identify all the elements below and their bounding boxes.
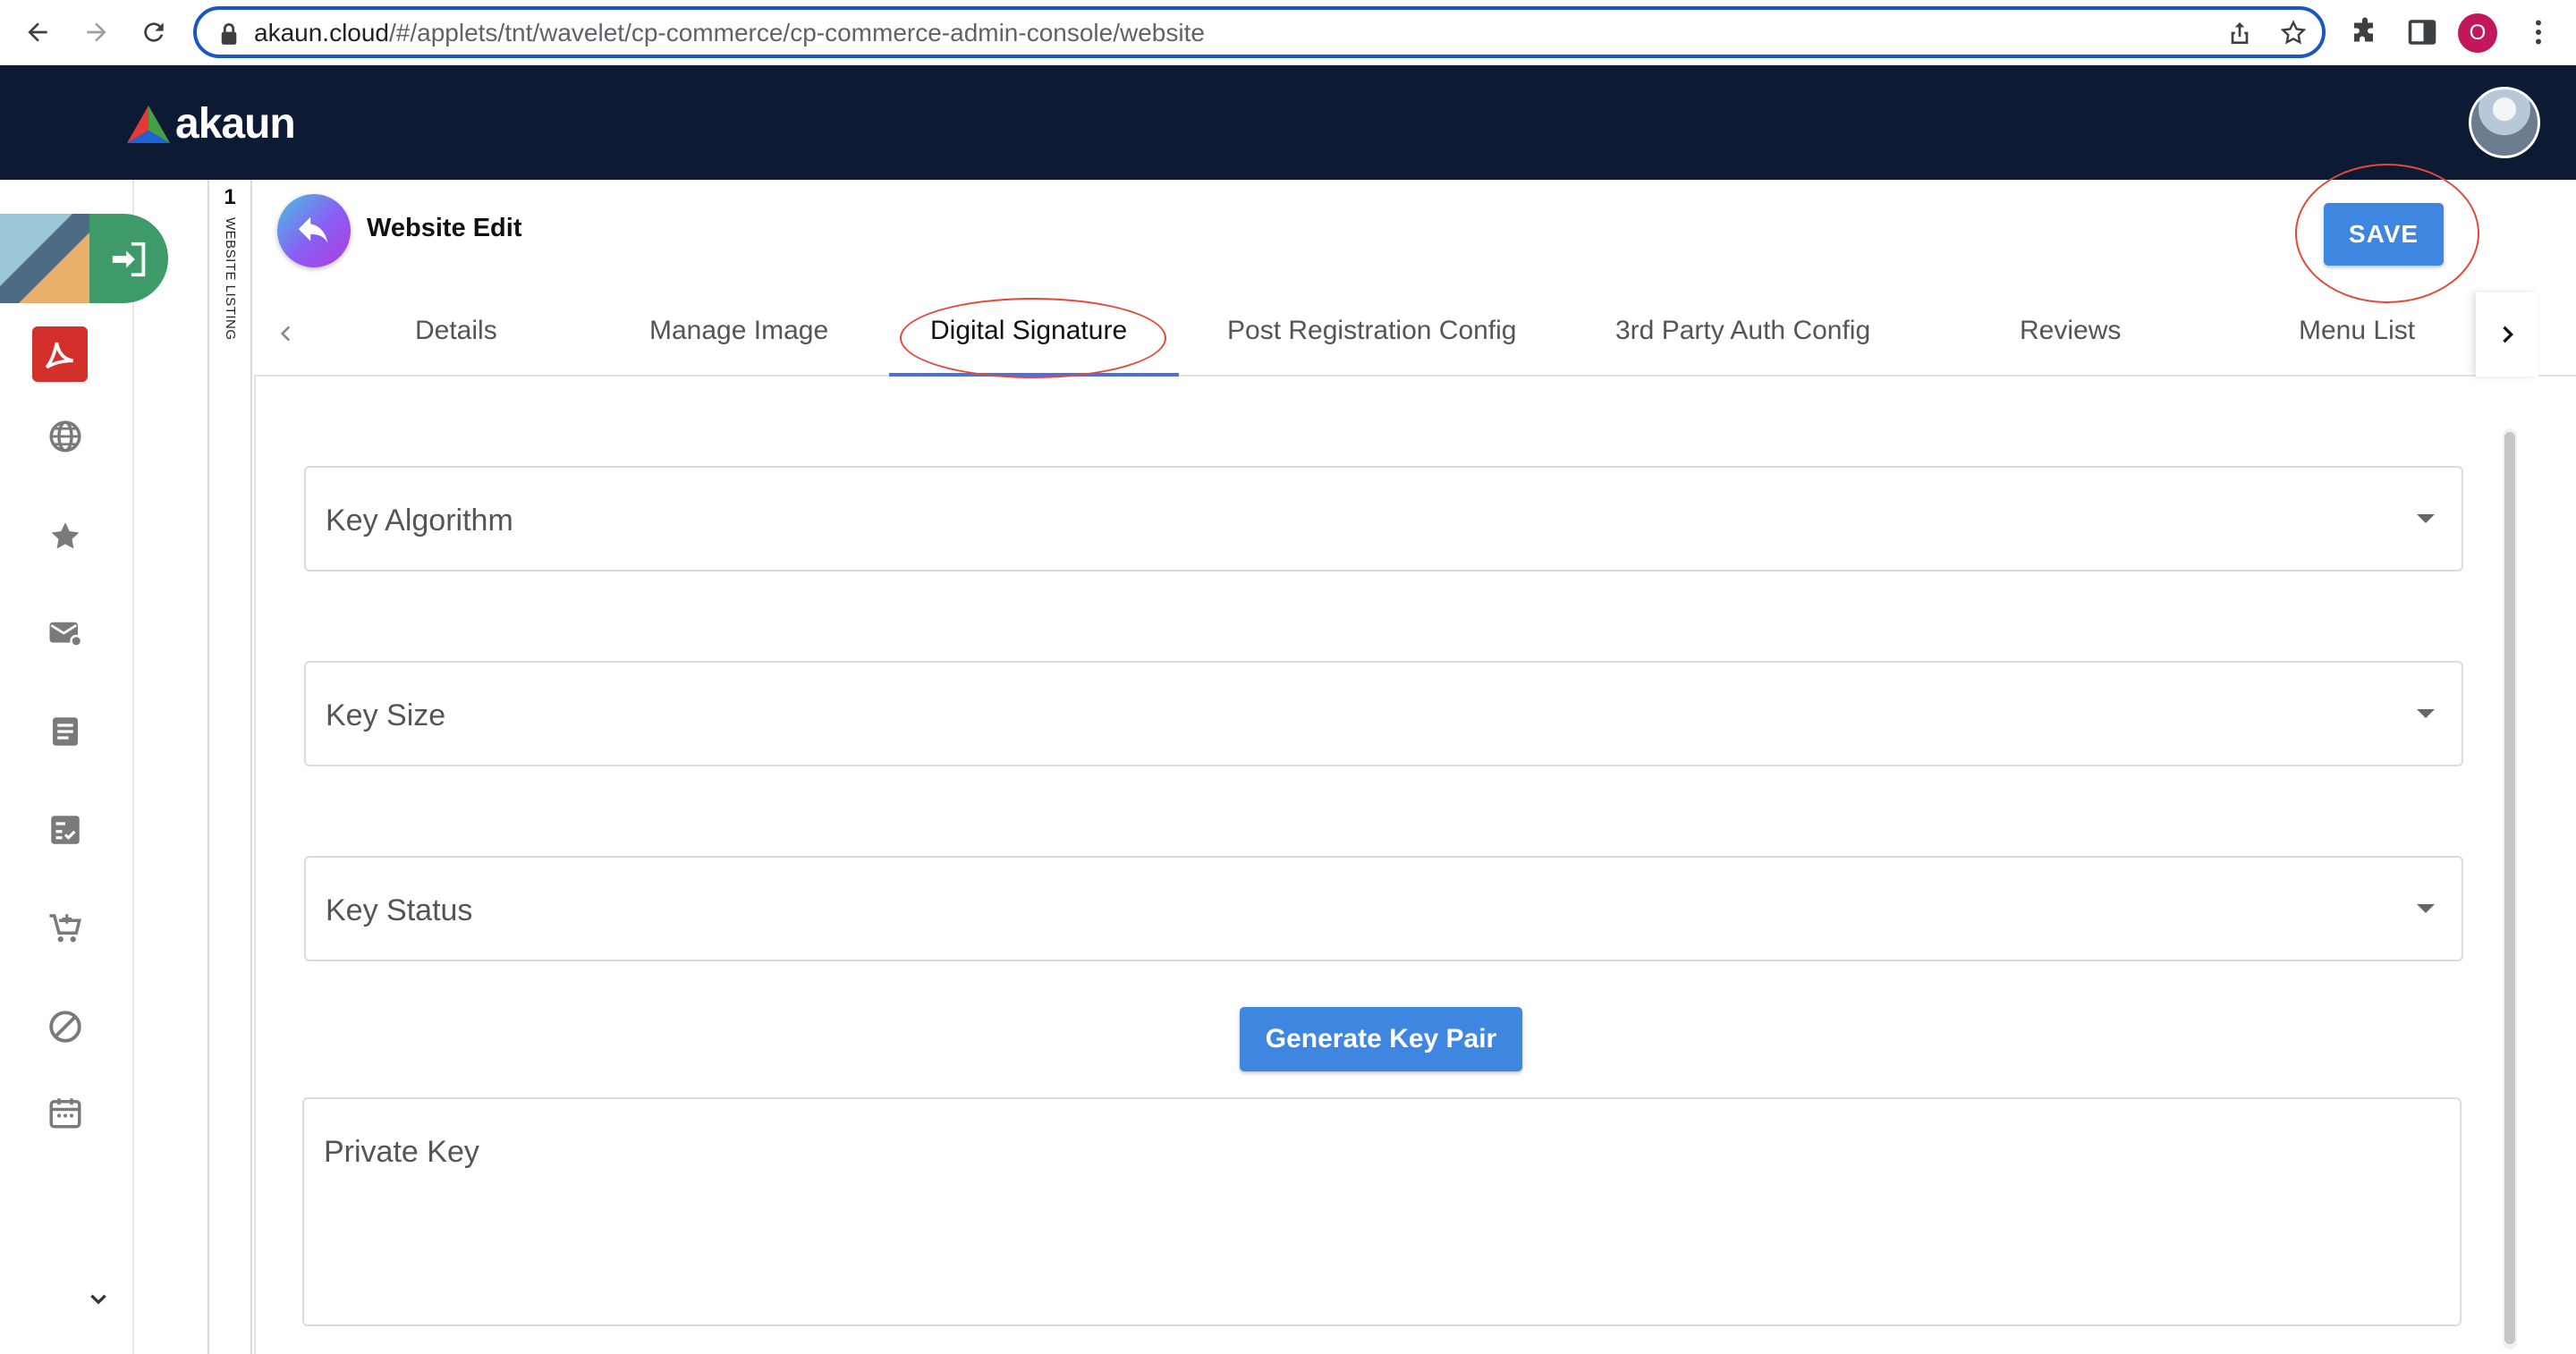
globe-icon[interactable] — [45, 416, 86, 457]
forward-arrow-icon[interactable] — [77, 13, 116, 52]
chevron-down-icon[interactable] — [86, 1287, 111, 1312]
tab-scroll-right-icon[interactable] — [2476, 292, 2538, 377]
key-status-select[interactable]: Key Status — [304, 856, 2463, 961]
tab-reviews[interactable]: Reviews — [2020, 316, 2121, 346]
scrollbar-thumb[interactable] — [2504, 432, 2515, 1344]
extensions-puzzle-icon[interactable] — [2349, 16, 2381, 48]
login-icon — [112, 241, 146, 277]
block-icon[interactable] — [45, 1006, 86, 1047]
tab-3rd-party-auth-config[interactable]: 3rd Party Auth Config — [1615, 316, 1870, 346]
tab-scroll-left-icon[interactable] — [267, 314, 306, 353]
tab-manage-image[interactable]: Manage Image — [649, 316, 828, 346]
lock-icon — [221, 23, 237, 45]
browser-toolbar: akaun.cloud/#/applets/tnt/wavelet/cp-com… — [0, 0, 2576, 65]
url-text: akaun.cloud/#/applets/tnt/wavelet/cp-com… — [254, 19, 1205, 47]
checklist-icon[interactable] — [45, 809, 86, 850]
akaun-logo[interactable]: akaun — [125, 99, 296, 148]
website-edit-panel: Website Edit SAVE Details Manage Image D… — [254, 164, 2576, 1354]
akaun-logo-mark-icon — [127, 105, 170, 143]
page-title: Website Edit — [367, 214, 522, 242]
app-sidebar — [0, 180, 168, 1354]
tab-digital-signature[interactable]: Digital Signature — [930, 316, 1127, 346]
kebab-menu-icon[interactable] — [2522, 16, 2555, 48]
dropdown-caret-icon — [2417, 514, 2435, 523]
tab-post-registration-config[interactable]: Post Registration Config — [1227, 316, 1517, 346]
browser-profile-avatar[interactable]: O — [2458, 13, 2497, 53]
tab-details[interactable]: Details — [415, 316, 497, 346]
private-key-textarea[interactable]: Private Key — [302, 1097, 2462, 1326]
app-switcher-button[interactable] — [0, 214, 168, 303]
generate-key-pair-button[interactable]: Generate Key Pair — [1240, 1007, 1522, 1071]
listing-label: WEBSITE LISTING — [223, 217, 238, 341]
applet-thumbnail — [0, 214, 89, 303]
save-button[interactable]: SAVE — [2324, 203, 2444, 266]
user-avatar[interactable] — [2469, 87, 2540, 158]
back-button[interactable] — [277, 194, 351, 267]
brand-name: akaun — [175, 100, 296, 148]
key-status-label: Key Status — [326, 893, 473, 927]
reload-icon[interactable] — [134, 13, 174, 52]
tab-bar: Details Manage Image Digital Signature P… — [254, 292, 2576, 378]
dropdown-caret-icon — [2417, 709, 2435, 718]
reply-arrow-icon — [298, 216, 328, 243]
form-scrollbar[interactable] — [2503, 428, 2517, 1350]
mail-icon[interactable] — [45, 613, 86, 654]
document-icon[interactable] — [45, 711, 86, 752]
share-icon[interactable] — [2225, 19, 2254, 47]
calendar-icon[interactable] — [45, 1092, 86, 1133]
acrobat-icon[interactable] — [32, 326, 88, 382]
key-algorithm-label: Key Algorithm — [326, 504, 513, 537]
back-arrow-icon[interactable] — [18, 13, 57, 52]
private-key-label: Private Key — [324, 1135, 479, 1169]
dropdown-caret-icon — [2417, 904, 2435, 913]
key-algorithm-select[interactable]: Key Algorithm — [304, 466, 2463, 571]
bookmark-star-icon[interactable] — [2279, 19, 2308, 47]
app-header: akaun — [0, 65, 2576, 180]
side-panel-icon[interactable] — [2406, 16, 2438, 48]
tab-menu-list[interactable]: Menu List — [2299, 316, 2415, 346]
key-size-select[interactable]: Key Size — [304, 661, 2463, 766]
cart-icon[interactable] — [45, 908, 86, 949]
star-icon[interactable] — [45, 516, 86, 557]
listing-count: 1 — [224, 185, 236, 209]
website-listing-strip[interactable]: 1 WEBSITE LISTING — [208, 180, 252, 1354]
key-size-label: Key Size — [326, 698, 446, 732]
address-bar[interactable]: akaun.cloud/#/applets/tnt/wavelet/cp-com… — [193, 6, 2326, 58]
